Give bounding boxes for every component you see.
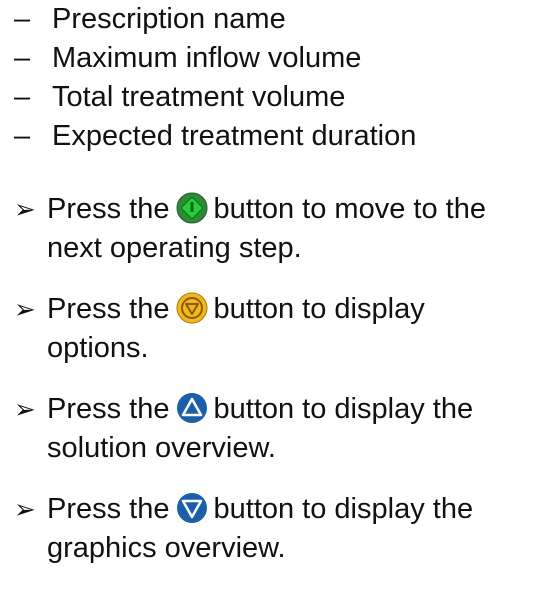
list-item-text: Expected treatment duration bbox=[52, 120, 417, 152]
list-dash: – bbox=[14, 81, 31, 113]
list-dash: – bbox=[14, 3, 31, 35]
list-dash: – bbox=[14, 120, 31, 152]
arrow-bullet-icon: ➢ bbox=[14, 194, 36, 224]
instruction-prefix: Press the bbox=[47, 493, 170, 525]
instruction-next-step: ➢ Press the button to move to the next op… bbox=[14, 190, 544, 268]
instruction-prefix: Press the bbox=[47, 293, 170, 325]
arrow-bullet-icon: ➢ bbox=[14, 394, 36, 424]
instruction-solution-overview: ➢ Press the button to display the solutio… bbox=[14, 390, 544, 468]
instruction-continuation: next operating step. bbox=[47, 232, 302, 264]
list-item-text: Maximum inflow volume bbox=[52, 42, 362, 74]
blue-up-triangle-button-icon bbox=[176, 392, 208, 424]
list-item: – Expected treatment duration bbox=[14, 117, 416, 156]
parameter-list: – Prescription name – Maximum inflow volum… bbox=[14, 0, 416, 156]
instruction-options: ➢ Press the button to display options. bbox=[14, 290, 544, 368]
instruction-suffix: button to display bbox=[213, 293, 425, 325]
instruction-continuation: solution overview. bbox=[47, 432, 276, 464]
instruction-suffix: button to display the bbox=[213, 393, 474, 425]
instruction-prefix: Press the bbox=[47, 393, 170, 425]
instruction-graphics-overview: ➢ Press the button to display the graphic… bbox=[14, 490, 544, 568]
arrow-bullet-icon: ➢ bbox=[14, 294, 36, 324]
instruction-suffix: button to move to the bbox=[213, 193, 486, 225]
list-item: – Total treatment volume bbox=[14, 78, 416, 117]
list-dash: – bbox=[14, 42, 31, 74]
instruction-continuation: graphics overview. bbox=[47, 532, 286, 564]
list-item: – Maximum inflow volume bbox=[14, 39, 416, 78]
list-item-text: Prescription name bbox=[52, 3, 286, 35]
instruction-suffix: button to display the bbox=[213, 493, 474, 525]
green-start-button-icon bbox=[176, 192, 208, 224]
blue-down-triangle-button-icon bbox=[176, 492, 208, 524]
yellow-options-button-icon bbox=[176, 292, 208, 324]
instruction-continuation: options. bbox=[47, 332, 149, 364]
arrow-bullet-icon: ➢ bbox=[14, 494, 36, 524]
list-item-text: Total treatment volume bbox=[52, 81, 346, 113]
instruction-prefix: Press the bbox=[47, 193, 170, 225]
list-item: – Prescription name bbox=[14, 0, 416, 39]
